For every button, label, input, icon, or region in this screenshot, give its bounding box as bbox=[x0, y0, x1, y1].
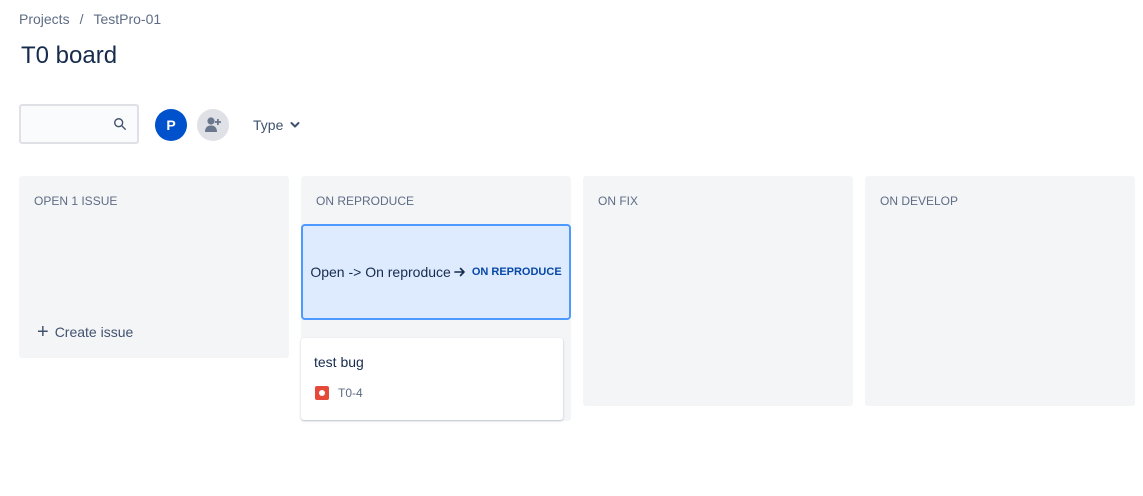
add-person-icon bbox=[205, 117, 221, 132]
issue-card-summary: test bug bbox=[314, 354, 364, 370]
arrow-right-icon bbox=[454, 267, 465, 277]
column-header-on-fix: ON FIX bbox=[598, 194, 639, 208]
type-filter-label: Type bbox=[253, 117, 284, 133]
search-icon[interactable] bbox=[113, 117, 127, 131]
issue-card-footer: T0-4 bbox=[315, 386, 363, 400]
type-filter-dropdown[interactable]: Type bbox=[247, 113, 307, 137]
transition-label: Open -> On reproduce bbox=[310, 264, 451, 280]
issue-key[interactable]: T0-4 bbox=[338, 386, 363, 400]
column-header-open: OPEN 1 ISSUE bbox=[34, 194, 118, 208]
plus-icon: + bbox=[37, 321, 49, 343]
transition-target-status: ON REPRODUCE bbox=[471, 266, 562, 278]
breadcrumb-project-link[interactable]: TestPro-01 bbox=[93, 11, 161, 27]
transition-drop-zone[interactable]: Open -> On reproduce ON REPRODUCE bbox=[301, 224, 571, 320]
add-people-button[interactable] bbox=[197, 109, 229, 141]
chevron-down-icon bbox=[290, 122, 300, 128]
create-issue-label: Create issue bbox=[54, 324, 134, 340]
breadcrumb-separator: / bbox=[79, 11, 84, 27]
search-box[interactable] bbox=[19, 104, 139, 144]
column-on-fix: ON FIX bbox=[583, 176, 853, 406]
avatar[interactable]: P bbox=[155, 109, 187, 141]
column-on-develop: ON DEVELOP bbox=[865, 176, 1135, 406]
column-on-reproduce: ON REPRODUCE Open -> On reproduce ON REP… bbox=[301, 176, 571, 421]
column-header-on-develop: ON DEVELOP bbox=[880, 194, 959, 208]
column-open: OPEN 1 ISSUE + Create issue bbox=[19, 176, 289, 358]
issue-card[interactable]: test bug T0-4 bbox=[301, 338, 563, 420]
create-issue-button[interactable]: + Create issue bbox=[37, 321, 134, 343]
bug-icon bbox=[315, 386, 329, 400]
breadcrumb: Projects / TestPro-01 bbox=[19, 11, 161, 27]
page-title: T0 board bbox=[21, 42, 118, 69]
column-header-on-reproduce: ON REPRODUCE bbox=[316, 194, 415, 208]
breadcrumb-projects-link[interactable]: Projects bbox=[19, 11, 70, 27]
